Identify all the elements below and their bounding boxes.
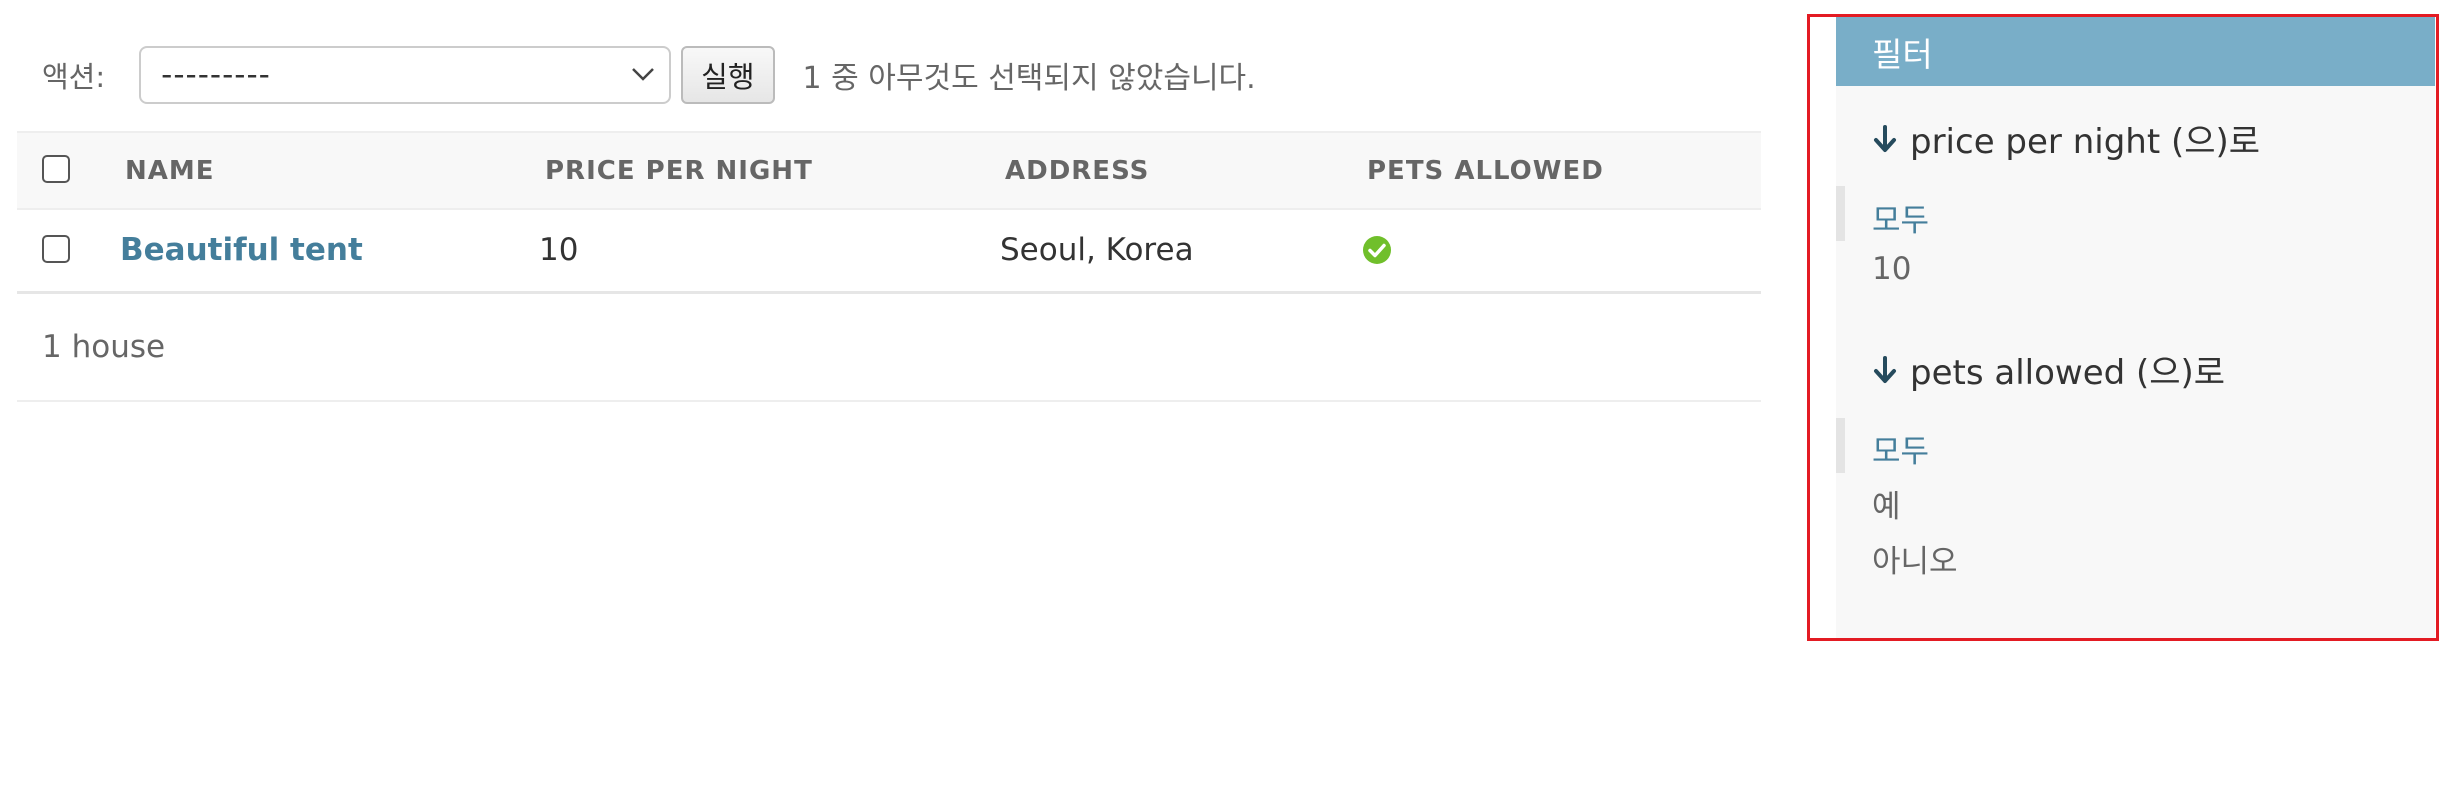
actions-bar: 액션: --------- 실행 1 중 아무것도 선택되지 않았습니다. — [42, 44, 1256, 106]
column-header-price-per-night[interactable]: PRICE PER NIGHT — [545, 133, 813, 208]
select-all-checkbox[interactable] — [42, 155, 70, 183]
row-select-checkbox[interactable] — [42, 235, 70, 263]
column-header-address[interactable]: ADDRESS — [1005, 133, 1149, 208]
column-header-name[interactable]: NAME — [125, 133, 215, 208]
row-address: Seoul, Korea — [1000, 232, 1194, 268]
paginator: 1 house — [17, 294, 1761, 402]
highlight-box — [1807, 14, 2439, 641]
selection-counter: 1 중 아무것도 선택되지 않았습니다. — [802, 61, 1256, 96]
action-select-value: --------- — [161, 57, 271, 93]
column-header-pets-allowed[interactable]: PETS ALLOWED — [1367, 133, 1604, 208]
go-button[interactable]: 실행 — [681, 46, 775, 104]
table-header: NAME PRICE PER NIGHT ADDRESS PETS ALLOWE… — [17, 131, 1761, 210]
check-circle-icon — [1363, 236, 1391, 264]
row-name-link[interactable]: Beautiful tent — [120, 210, 363, 290]
result-list: NAME PRICE PER NIGHT ADDRESS PETS ALLOWE… — [17, 131, 1761, 402]
action-select[interactable]: --------- — [139, 46, 672, 104]
changelist-page: 액션: --------- 실행 1 중 아무것도 선택되지 않았습니다. NA… — [0, 0, 2464, 786]
row-price-per-night: 10 — [539, 232, 579, 268]
table-row: Beautiful tent 10 Seoul, Korea — [17, 210, 1761, 294]
chevron-down-icon — [632, 68, 655, 81]
row-pets-allowed — [1362, 210, 1392, 290]
actions-label: 액션: — [42, 60, 106, 94]
